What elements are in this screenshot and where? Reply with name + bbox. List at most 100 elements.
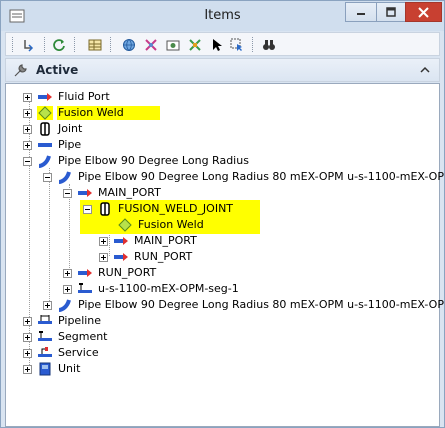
tree-item-service[interactable]: Service — [23, 345, 100, 361]
close-button[interactable] — [405, 2, 442, 22]
tree-item-fluid-port[interactable]: Fluid Port — [23, 89, 111, 105]
tree-item-fusion-weld-child[interactable]: Fusion Weld — [117, 217, 205, 233]
tree-item-label: MAIN_PORT — [98, 186, 161, 199]
tree-item-joint[interactable]: Joint — [23, 121, 83, 137]
collapse-toggle[interactable] — [63, 188, 72, 198]
tree-item-elbow-instance-1[interactable]: Pipe Elbow 90 Degree Long Radius 80 mEX-… — [43, 169, 445, 185]
port-icon — [113, 234, 129, 248]
collapse-toggle[interactable] — [43, 172, 52, 182]
expand-toggle[interactable] — [23, 364, 32, 374]
pipe-icon — [37, 138, 53, 152]
wrench-icon — [14, 64, 27, 77]
tree-item-unit[interactable]: Unit — [23, 361, 81, 377]
tree-item-main-port[interactable]: MAIN_PORT — [63, 185, 162, 201]
tree-item-label: Unit — [58, 362, 81, 375]
tree-item-label: Pipe — [58, 138, 82, 151]
expand-toggle[interactable] — [23, 140, 32, 150]
active-panel-header[interactable]: Active — [5, 58, 440, 82]
items-window: Items Active Fluid Port Fusion Weld Join… — [0, 0, 445, 428]
view-icon — [166, 40, 180, 50]
expand-toggle[interactable] — [23, 92, 32, 102]
connect-icon — [189, 38, 201, 51]
expand-toggle[interactable] — [23, 332, 32, 342]
grid-icon — [88, 39, 102, 50]
toolbar-separator — [252, 37, 253, 52]
tree-item-elbow-instance-2[interactable]: Pipe Elbow 90 Degree Long Radius 80 mEX-… — [43, 297, 445, 313]
expand-toggle[interactable] — [23, 316, 32, 326]
segment-icon — [77, 282, 93, 296]
fluid-port-icon — [37, 90, 53, 104]
segment-icon — [37, 330, 53, 344]
port-icon — [113, 250, 129, 264]
expand-toggle[interactable] — [99, 252, 108, 262]
tree-item-main-port-child[interactable]: MAIN_PORT — [99, 233, 198, 249]
expand-toggle[interactable] — [23, 348, 32, 358]
maximize-icon — [386, 7, 396, 17]
globe-button[interactable] — [120, 36, 138, 53]
expand-toggle[interactable] — [43, 300, 52, 310]
minimize-icon — [357, 13, 365, 15]
tree-item-pipeline[interactable]: Pipeline — [23, 313, 102, 329]
tree-item-segment[interactable]: Segment — [23, 329, 109, 345]
expand-toggle[interactable] — [63, 268, 72, 278]
tree-item-label: Fusion Weld — [138, 218, 204, 231]
toolbar — [5, 32, 440, 56]
tree-item-label: Fluid Port — [58, 90, 110, 103]
expand-toggle[interactable] — [23, 108, 32, 118]
tree-item-pipe-elbow[interactable]: Pipe Elbow 90 Degree Long Radius — [23, 153, 250, 169]
expand-toggle[interactable] — [99, 236, 108, 246]
tree-item-run-port[interactable]: RUN_PORT — [63, 265, 157, 281]
collapse-toggle[interactable] — [23, 156, 32, 166]
collapse-toggle[interactable] — [83, 204, 92, 214]
pipeline-icon — [37, 314, 53, 328]
select-button[interactable] — [228, 36, 246, 53]
refresh-icon — [53, 38, 65, 51]
close-icon — [418, 6, 429, 18]
tree-item-label: MAIN_PORT — [134, 234, 197, 247]
maximize-button[interactable] — [376, 2, 405, 22]
minimize-button[interactable] — [345, 2, 376, 22]
grid-button[interactable] — [86, 36, 104, 53]
tree-item-pipe[interactable]: Pipe — [23, 137, 82, 153]
tree-connector — [49, 168, 50, 305]
title-bar[interactable]: Items — [1, 1, 444, 31]
toolbar-separator — [74, 37, 75, 52]
tools-icon — [145, 38, 157, 51]
joint-icon — [37, 122, 53, 136]
toolbar-separator — [110, 37, 111, 52]
step-icon — [24, 39, 34, 52]
tree-item-label: Segment — [58, 330, 108, 343]
view-button[interactable] — [164, 36, 182, 53]
fusion-weld-icon — [117, 218, 133, 232]
tree-item-label: RUN_PORT — [134, 250, 193, 263]
find-button[interactable] — [260, 36, 278, 53]
tools-button[interactable] — [142, 36, 160, 53]
tree-item-label: Fusion Weld — [57, 106, 160, 120]
select-icon — [230, 38, 242, 51]
expand-toggle[interactable] — [63, 284, 72, 294]
tree-item-label: Service — [58, 346, 99, 359]
toolbar-separator — [44, 37, 45, 52]
fusion-weld-icon — [37, 106, 53, 120]
connect-button[interactable] — [186, 36, 204, 53]
step-button[interactable] — [20, 36, 38, 53]
toolbar-grip — [12, 37, 13, 52]
tree-item-label: u-s-1100-mEX-OPM-seg-1 — [98, 282, 239, 295]
port-icon — [77, 186, 93, 200]
elbow-icon — [57, 298, 73, 312]
chevron-up-icon[interactable] — [419, 64, 431, 76]
tree-item-segment-1[interactable]: u-s-1100-mEX-OPM-seg-1 — [63, 281, 240, 297]
items-tree: Fluid Port Fusion Weld Joint Pipe Pipe E… — [5, 83, 445, 427]
service-icon — [37, 346, 53, 360]
expand-toggle[interactable] — [23, 124, 32, 134]
tree-item-fusion-weld-joint[interactable]: FUSION_WELD_JOINT — [83, 201, 234, 217]
elbow-icon — [37, 154, 53, 168]
elbow-icon — [57, 170, 73, 184]
tree-item-run-port-child[interactable]: RUN_PORT — [99, 249, 193, 265]
joint-icon — [97, 202, 113, 216]
refresh-button[interactable] — [50, 36, 68, 53]
unit-icon — [37, 362, 53, 376]
tree-item-label: Pipeline — [58, 314, 102, 327]
pointer-button[interactable] — [208, 36, 226, 53]
tree-item-fusion-weld[interactable]: Fusion Weld — [23, 105, 160, 121]
